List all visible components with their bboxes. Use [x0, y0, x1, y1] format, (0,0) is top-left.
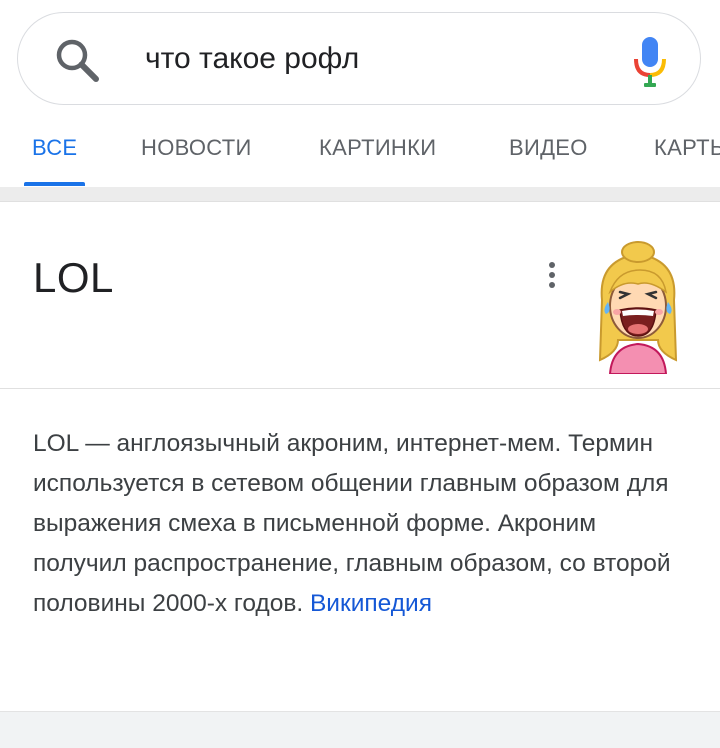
card-divider — [0, 388, 720, 389]
description-text: LOL — англоязычный акроним, интернет-мем… — [33, 430, 671, 617]
card-description: LOL — англоязычный акроним, интернет-мем… — [33, 424, 693, 624]
tab-maps[interactable]: КАРТЫ — [654, 135, 720, 161]
card-title: LOL — [33, 254, 114, 301]
knowledge-card: LOL LOL — англоязычный акроним, интернет… — [0, 201, 720, 712]
search-tabs: ВСЕ НОВОСТИ КАРТИНКИ ВИДЕО КАРТЫ — [0, 105, 720, 187]
more-options-icon[interactable] — [546, 262, 558, 292]
wikipedia-link[interactable]: Википедия — [310, 590, 432, 617]
active-tab-indicator — [24, 182, 85, 186]
laughing-girl-emoji-icon[interactable] — [588, 240, 688, 374]
search-icon[interactable] — [52, 35, 102, 85]
search-input[interactable]: что такое рофл — [145, 42, 359, 76]
tab-news[interactable]: НОВОСТИ — [141, 135, 252, 161]
microphone-icon[interactable] — [630, 35, 670, 91]
search-bar[interactable]: что такое рофл — [17, 12, 701, 105]
tab-all[interactable]: ВСЕ — [32, 135, 77, 161]
page-bottom-band — [0, 711, 720, 748]
tab-images[interactable]: КАРТИНКИ — [319, 135, 436, 161]
tabs-shadow — [0, 187, 720, 201]
tab-videos[interactable]: ВИДЕО — [509, 135, 588, 161]
